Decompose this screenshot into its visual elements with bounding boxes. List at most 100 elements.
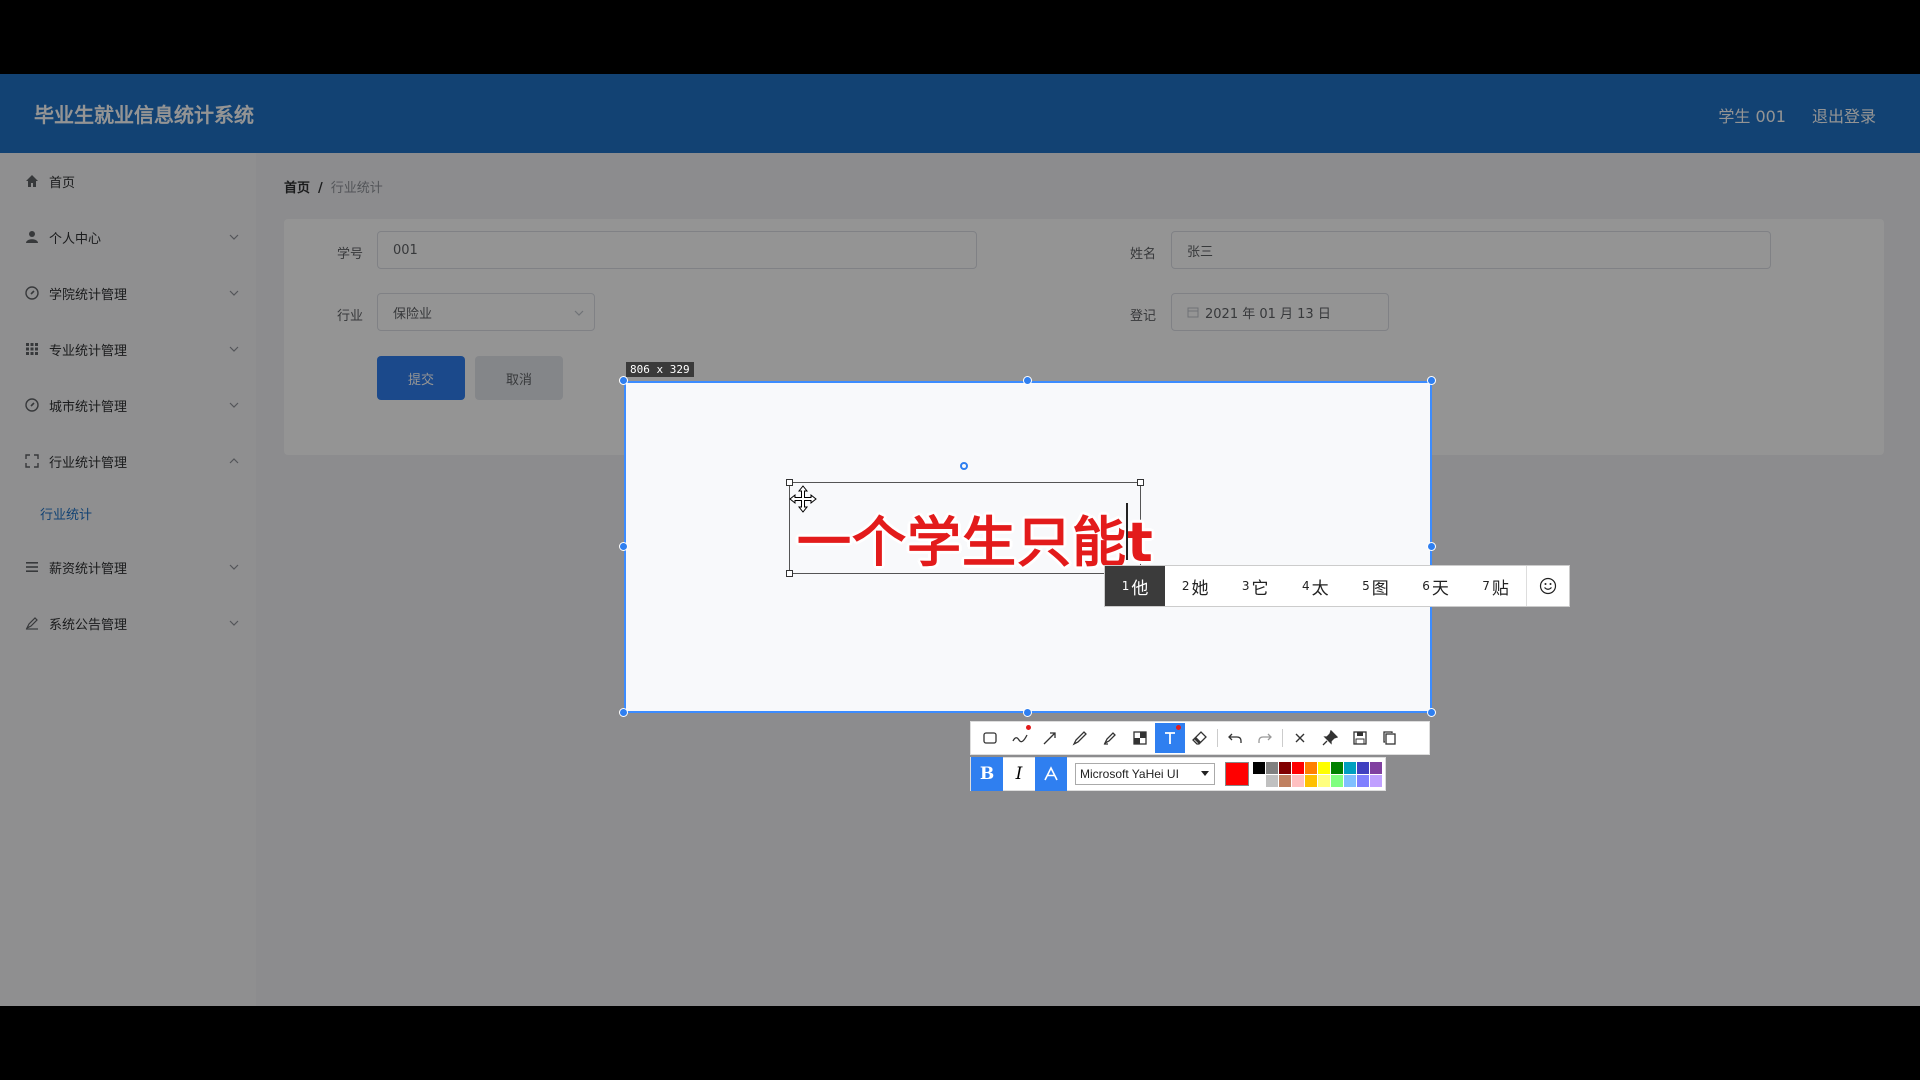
ime-candidate-number: 1 bbox=[1121, 579, 1130, 593]
color-swatch[interactable] bbox=[1370, 774, 1382, 787]
resize-handle-nw[interactable] bbox=[619, 376, 628, 385]
ime-candidate-text: 太 bbox=[1311, 578, 1329, 599]
color-swatch[interactable] bbox=[1253, 774, 1265, 787]
color-swatch[interactable] bbox=[1266, 761, 1278, 774]
marker-tool-button[interactable] bbox=[1095, 723, 1125, 753]
ime-candidate[interactable]: 6天 bbox=[1405, 566, 1465, 606]
text-format-toolbar: B I Microsoft YaHei UI bbox=[970, 757, 1386, 791]
resize-handle-se[interactable] bbox=[1427, 708, 1436, 717]
chevron-down-icon bbox=[1201, 771, 1209, 776]
ime-candidate[interactable]: 1他 bbox=[1105, 566, 1166, 606]
ime-candidate-text: 她 bbox=[1191, 578, 1209, 599]
ime-candidate-text: 贴 bbox=[1491, 578, 1509, 599]
toolbar-divider bbox=[1282, 729, 1283, 747]
mosaic-icon bbox=[1133, 731, 1147, 745]
color-swatch[interactable] bbox=[1318, 774, 1330, 787]
pin-icon bbox=[1322, 730, 1338, 746]
color-swatch[interactable] bbox=[1357, 761, 1369, 774]
rectangle-tool-button[interactable] bbox=[975, 723, 1005, 753]
resize-handle-s[interactable] bbox=[1023, 708, 1032, 717]
ime-candidate[interactable]: 7贴 bbox=[1466, 566, 1526, 606]
color-swatch[interactable] bbox=[1344, 774, 1356, 787]
ime-candidate[interactable]: 5图 bbox=[1345, 566, 1405, 606]
toolbar-divider bbox=[1217, 729, 1218, 747]
color-swatch[interactable] bbox=[1305, 774, 1317, 787]
redo-icon bbox=[1258, 733, 1272, 743]
color-swatch[interactable] bbox=[1370, 761, 1382, 774]
active-dot bbox=[1176, 725, 1181, 730]
ime-candidate-text: 它 bbox=[1251, 578, 1269, 599]
pen-tool-button[interactable] bbox=[1065, 723, 1095, 753]
outline-a-icon bbox=[1044, 766, 1058, 781]
close-icon bbox=[1295, 733, 1305, 743]
ime-candidate-text: 天 bbox=[1431, 578, 1449, 599]
current-color-swatch[interactable] bbox=[1225, 762, 1249, 786]
resize-handle-w[interactable] bbox=[619, 542, 628, 551]
pen-icon bbox=[1072, 731, 1087, 746]
curve-tool-button[interactable] bbox=[1005, 723, 1035, 753]
eraser-icon bbox=[1192, 731, 1207, 745]
color-swatch[interactable] bbox=[1305, 761, 1317, 774]
arrow-tool-button[interactable] bbox=[1035, 723, 1065, 753]
color-swatch[interactable] bbox=[1292, 774, 1304, 787]
italic-button[interactable]: I bbox=[1003, 757, 1035, 791]
font-family-select[interactable]: Microsoft YaHei UI bbox=[1075, 763, 1215, 785]
resize-handle-ne[interactable] bbox=[1427, 376, 1436, 385]
color-swatch[interactable] bbox=[1344, 761, 1356, 774]
move-cursor-icon bbox=[789, 485, 817, 513]
rotate-anchor[interactable] bbox=[960, 462, 968, 470]
text-tool-button[interactable] bbox=[1155, 723, 1185, 753]
selection-size-label: 806 x 329 bbox=[626, 362, 694, 377]
save-button[interactable] bbox=[1345, 723, 1375, 753]
color-palette bbox=[1253, 761, 1382, 787]
rectangle-icon bbox=[983, 732, 997, 744]
ime-candidate[interactable]: 3它 bbox=[1225, 566, 1285, 606]
ime-candidate-number: 4 bbox=[1302, 579, 1310, 593]
text-icon bbox=[1165, 732, 1175, 744]
emoji-button[interactable] bbox=[1525, 566, 1569, 606]
color-swatch[interactable] bbox=[1292, 761, 1304, 774]
marker-icon bbox=[1103, 732, 1116, 745]
text-caret bbox=[1126, 503, 1128, 560]
text-box-handle-sw[interactable] bbox=[786, 570, 793, 577]
active-dot bbox=[1026, 725, 1031, 730]
color-swatch[interactable] bbox=[1331, 774, 1343, 787]
color-swatch[interactable] bbox=[1279, 761, 1291, 774]
color-swatch[interactable] bbox=[1357, 774, 1369, 787]
color-swatch[interactable] bbox=[1331, 761, 1343, 774]
font-family-value: Microsoft YaHei UI bbox=[1080, 767, 1179, 781]
color-swatch[interactable] bbox=[1279, 774, 1291, 787]
color-swatch[interactable] bbox=[1318, 761, 1330, 774]
redo-button[interactable] bbox=[1250, 723, 1280, 753]
eraser-tool-button[interactable] bbox=[1185, 723, 1215, 753]
curve-icon bbox=[1012, 734, 1028, 743]
bold-button[interactable]: B bbox=[971, 757, 1003, 791]
ime-candidate-number: 6 bbox=[1422, 579, 1430, 593]
ime-candidate[interactable]: 2她 bbox=[1165, 566, 1225, 606]
arrow-icon bbox=[1043, 732, 1056, 745]
outline-text-button[interactable] bbox=[1035, 757, 1067, 791]
ime-candidate-bar: 1他 2她 3它 4太 5图 6天 7贴 bbox=[1104, 565, 1570, 607]
color-swatch[interactable] bbox=[1266, 774, 1278, 787]
ime-candidate-number: 3 bbox=[1241, 579, 1250, 593]
mosaic-tool-button[interactable] bbox=[1125, 723, 1155, 753]
annotation-text[interactable]: 一个学生只能t bbox=[797, 498, 1154, 577]
copy-button[interactable] bbox=[1375, 723, 1405, 753]
save-icon bbox=[1353, 731, 1367, 745]
close-button[interactable] bbox=[1285, 723, 1315, 753]
resize-handle-e[interactable] bbox=[1427, 542, 1436, 551]
undo-button[interactable] bbox=[1220, 723, 1250, 753]
resize-handle-n[interactable] bbox=[1023, 376, 1032, 385]
ime-candidate[interactable]: 4太 bbox=[1285, 566, 1345, 606]
ime-candidate-text: 他 bbox=[1131, 578, 1149, 599]
screen: 毕业生就业信息统计系统 学生 001 退出登录 首页 个人中心 学院统计管理 专… bbox=[0, 0, 1920, 1080]
color-swatch[interactable] bbox=[1253, 761, 1265, 774]
ime-candidate-number: 7 bbox=[1482, 579, 1490, 593]
ime-candidate-text: 图 bbox=[1371, 578, 1389, 599]
smiley-icon bbox=[1539, 577, 1556, 595]
resize-handle-sw[interactable] bbox=[619, 708, 628, 717]
text-box-handle-ne[interactable] bbox=[1137, 479, 1144, 486]
annotation-toolbar bbox=[970, 721, 1430, 755]
undo-icon bbox=[1228, 733, 1242, 743]
pin-button[interactable] bbox=[1315, 723, 1345, 753]
